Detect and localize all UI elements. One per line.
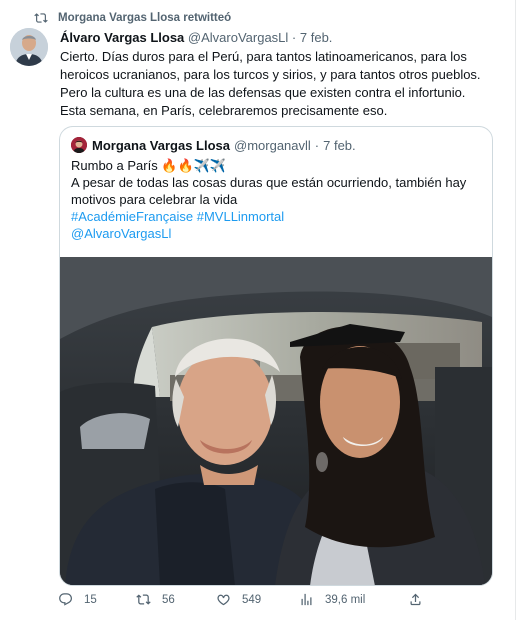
tweet-text-line: Esta semana, en París, celebraremos prec… [60,103,388,118]
views-action[interactable]: 39,6 mil [299,592,365,607]
tweet-actions: 15 56 549 39,6 mil [58,592,438,610]
quoted-author-name[interactable]: Morgana Vargas Llosa [92,138,230,153]
retweet-count: 56 [162,593,175,606]
author-handle[interactable]: @AlvaroVargasLl [188,30,288,45]
tweet-header: Álvaro Vargas Llosa @AlvaroVargasLl · 7 … [60,30,332,45]
retweet-label: Morgana Vargas Llosa retwitteó [58,12,232,24]
mention-link[interactable]: @AlvaroVargasLl [71,225,483,242]
quoted-tweet-text: Rumbo a París 🔥🔥✈️✈️ A pesar de todas la… [71,157,483,242]
quoted-tweet-header: Morgana Vargas Llosa @morganavll · 7 feb… [71,137,356,153]
author-name[interactable]: Álvaro Vargas Llosa [60,30,184,45]
share-icon [410,593,421,606]
separator-dot: · [314,137,320,153]
tweet-text-line: Cierto. Días duros para el Perú, para ta… [60,49,467,64]
quoted-text-line: motivos para celebrar la vida [71,192,238,207]
quoted-text-line: A pesar de todas las cosas duras que est… [71,175,467,190]
share-action[interactable] [408,592,434,607]
reply-action[interactable]: 15 [58,592,97,607]
retweet-icon [136,594,151,605]
views-icon [301,593,312,606]
like-count: 549 [242,593,262,606]
author-avatar[interactable] [10,28,48,66]
quoted-tweet-date[interactable]: 7 feb. [323,138,356,153]
retweet-context[interactable]: Morgana Vargas Llosa retwitteó [34,11,232,25]
heart-icon [217,594,230,606]
views-count: 39,6 mil [325,593,366,606]
quoted-text-line: Rumbo a París 🔥🔥✈️✈️ [71,158,227,173]
tweet-text-line: Pero la cultura es una de las defensas q… [60,85,466,100]
reply-count: 15 [84,593,97,606]
reply-icon [59,593,72,606]
separator-dot: · [291,30,297,45]
tweet-card[interactable]: Morgana Vargas Llosa retwitteó Álvaro Va… [0,0,516,620]
tweet-text-line: heroicos ucranianos, para los turcos y s… [60,67,481,82]
tweet-date[interactable]: 7 feb. [300,30,333,45]
hashtag-link[interactable]: #AcadémieFrançaise #MVLLinmortal [71,208,483,225]
tweet-text: Cierto. Días duros para el Perú, para ta… [60,48,500,120]
tweet-photo[interactable] [60,257,492,585]
like-action[interactable]: 549 [216,592,261,607]
quoted-tweet[interactable]: Morgana Vargas Llosa @morganavll · 7 feb… [59,126,493,586]
quoted-author-avatar[interactable] [71,137,87,153]
retweet-action[interactable]: 56 [136,592,175,607]
quoted-author-handle[interactable]: @morganavll [234,138,311,153]
retweet-icon [34,13,48,23]
